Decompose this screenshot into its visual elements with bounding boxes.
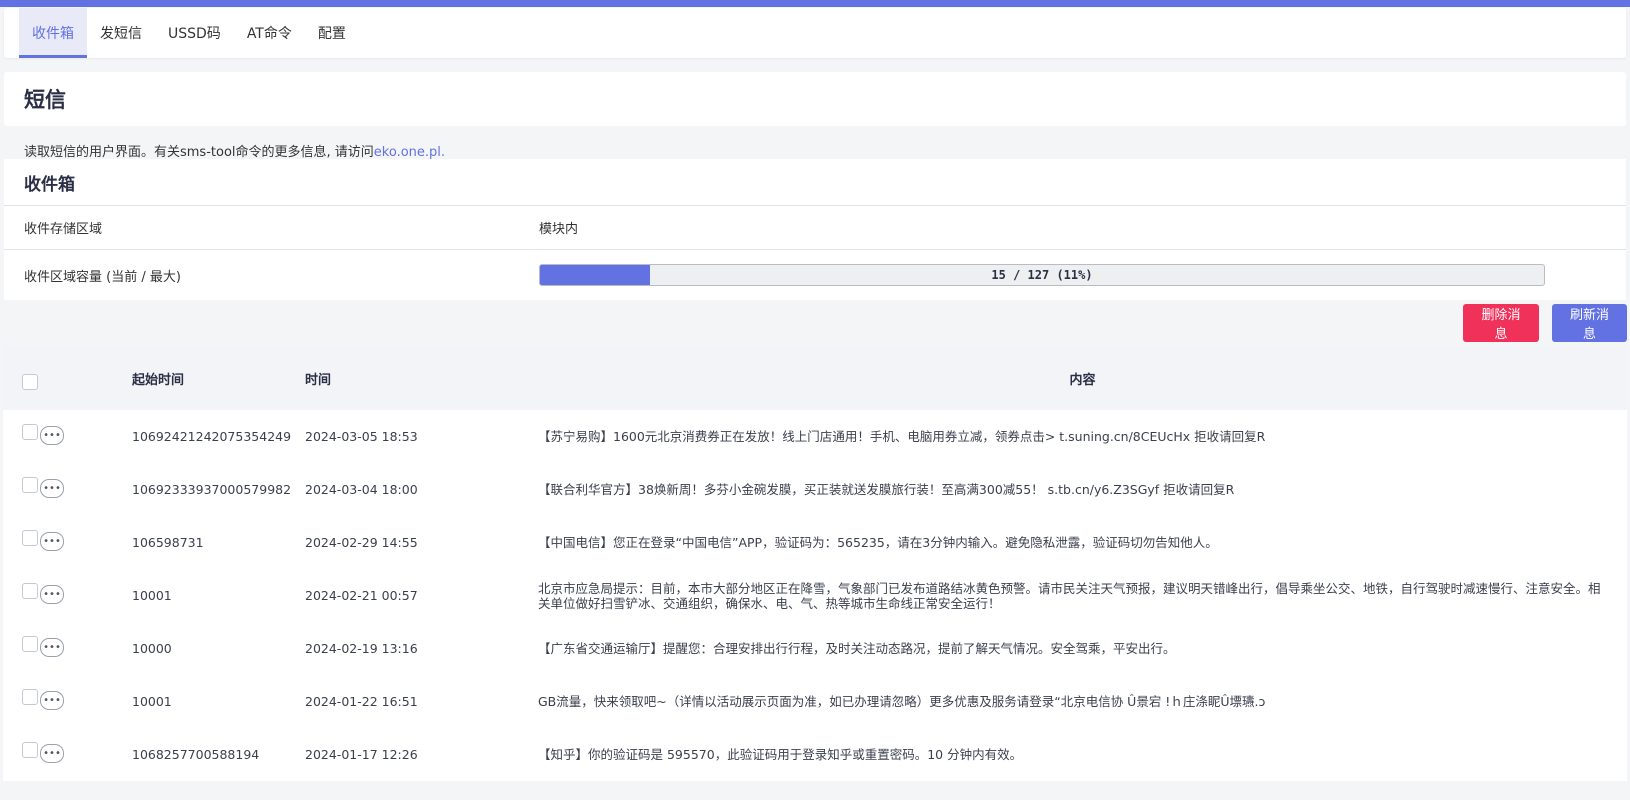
page-description: 读取短信的用户界面。有关sms-tool命令的更多信息, 请访问eko.one.… [24, 141, 1630, 160]
tab-ussd[interactable]: USSD码 [155, 8, 234, 58]
select-all-checkbox[interactable] [22, 374, 38, 390]
table-row: ••• 10000 2024-02-19 13:16 【广东省交通运输厅】提醒您：合理… [3, 622, 1627, 675]
row-from: 1069233393700057998​2 [132, 482, 292, 497]
page-header: 短信 [4, 72, 1626, 126]
message-bubble-icon[interactable]: ••• [40, 638, 64, 657]
tab-inbox[interactable]: 收件箱 [19, 8, 87, 58]
row-time: 2024-01-17 12:26 [305, 747, 418, 762]
row-checkbox[interactable] [22, 689, 38, 705]
table-row: ••• 10001 2024-01-22 16:51 GB流量，快来领取吧~（详情以活… [3, 675, 1627, 728]
message-bubble-icon[interactable]: ••• [40, 691, 64, 710]
table-row: ••• 106598731 2024-02-29 14:55 【中国电信】您正在登录“… [3, 516, 1627, 569]
row-content: 【苏宁易购】1600元北京消费券正在发放！线上门店通用！手机、电脑用券立减，领券… [538, 429, 1266, 444]
progress-text: 15 / 127 (11%) [991, 268, 1093, 282]
row-checkbox[interactable] [22, 424, 38, 440]
row-content: 【中国电信】您正在登录“中国电信”APP，验证码为：565235，请在3分钟内输… [538, 535, 1218, 550]
inbox-section: 收件箱 收件存储区域 模块内 收件区域容量 (当前 / 最大) 15 / 127… [4, 159, 1626, 300]
row-from: 10001 [132, 694, 172, 709]
row-time: 2024-02-19 13:16 [305, 641, 418, 656]
inbox-title: 收件箱 [4, 159, 1626, 206]
row-content: 北京市应急局提示：目前，本市大部分地区正在降雪，气象部门已发布道路结冰黄色预警。… [538, 580, 1601, 611]
page-title: 短信 [24, 88, 66, 112]
row-time: 2024-02-29 14:55 [305, 535, 418, 550]
row-time: 2024-03-04 18:00 [305, 482, 418, 497]
header-content: 内容 [1069, 372, 1096, 388]
row-from: 106598731 [132, 535, 204, 550]
row-from: 10001 [132, 588, 172, 603]
message-bubble-icon[interactable]: ••• [40, 426, 64, 445]
message-bubble-icon[interactable]: ••• [40, 744, 64, 763]
storage-label: 收件存储区域 [24, 222, 103, 237]
row-checkbox[interactable] [22, 636, 38, 652]
top-accent-bar [0, 0, 1630, 7]
row-time: 2024-02-21 00:57 [305, 588, 418, 603]
tab-at-command[interactable]: AT命令 [234, 8, 305, 58]
storage-value: 模块内 [539, 222, 579, 237]
eko-link[interactable]: eko.one.pl. [374, 145, 445, 160]
table-header: 起始时间 时间 内容 [3, 346, 1627, 410]
row-from: 10692421242075354249 [132, 429, 292, 444]
refresh-messages-button[interactable]: 刷新消息 [1552, 304, 1627, 342]
row-time: 2024-03-05 18:53 [305, 429, 418, 444]
action-bar: 删除消息 刷新消息 [0, 300, 1630, 346]
row-from: 10000 [132, 641, 172, 656]
row-checkbox[interactable] [22, 742, 38, 758]
message-bubble-icon[interactable]: ••• [40, 532, 64, 551]
tab-send-sms[interactable]: 发短信 [87, 8, 155, 58]
messages-table: 起始时间 时间 内容 ••• 10692421242075354249 2024-0… [3, 346, 1627, 781]
message-bubble-icon[interactable]: ••• [40, 585, 64, 604]
row-content: GB流量，快来领取吧~（详情以活动展示页面为准，如已办理请忽略）更多优惠及服务请… [538, 694, 1266, 709]
table-row: ••• 1068257700588194 2024-01-17 12:26 【知乎】你… [3, 728, 1627, 781]
row-content: 【知乎】你的验证码是 595570，此验证码用于登录知乎或重置密码。10 分钟内… [538, 747, 1023, 762]
row-checkbox[interactable] [22, 583, 38, 599]
capacity-row: 收件区域容量 (当前 / 最大) 15 / 127 (11%) [4, 250, 1626, 300]
row-from: 1068257700588194 [132, 747, 260, 762]
capacity-label: 收件区域容量 (当前 / 最大) [24, 269, 181, 285]
row-time: 2024-01-22 16:51 [305, 694, 418, 709]
message-bubble-icon[interactable]: ••• [40, 479, 64, 498]
capacity-progress-bar: 15 / 127 (11%) [539, 264, 1545, 286]
delete-messages-button[interactable]: 删除消息 [1463, 304, 1539, 342]
row-content: 【联合利华官方】38焕新周！多芬小金碗发膜，买正装就送发膜旅行装！至高满300减… [538, 482, 1235, 497]
header-from: 起始时间 [132, 372, 185, 388]
table-row: ••• 10692421242075354249 2024-03-05 18:53 【… [3, 410, 1627, 463]
table-row: ••• 10001 2024-02-21 00:57 北京市应急局提示：目前，本市大部… [3, 569, 1627, 622]
description-text: 读取短信的用户界面。有关sms-tool命令的更多信息, 请访问 [24, 145, 374, 160]
tab-bar: 收件箱 发短信 USSD码 AT命令 配置 [4, 8, 1626, 58]
row-checkbox[interactable] [22, 530, 38, 546]
tab-config[interactable]: 配置 [305, 8, 359, 58]
table-row: ••• 1069233393700057998​2 2024-03-04 18:00… [3, 463, 1627, 516]
row-checkbox[interactable] [22, 477, 38, 493]
storage-row: 收件存储区域 模块内 [4, 206, 1626, 250]
header-time: 时间 [305, 372, 332, 388]
row-content: 【广东省交通运输厅】提醒您：合理安排出行行程，及时关注动态路况，提前了解天气情况… [538, 641, 1176, 656]
